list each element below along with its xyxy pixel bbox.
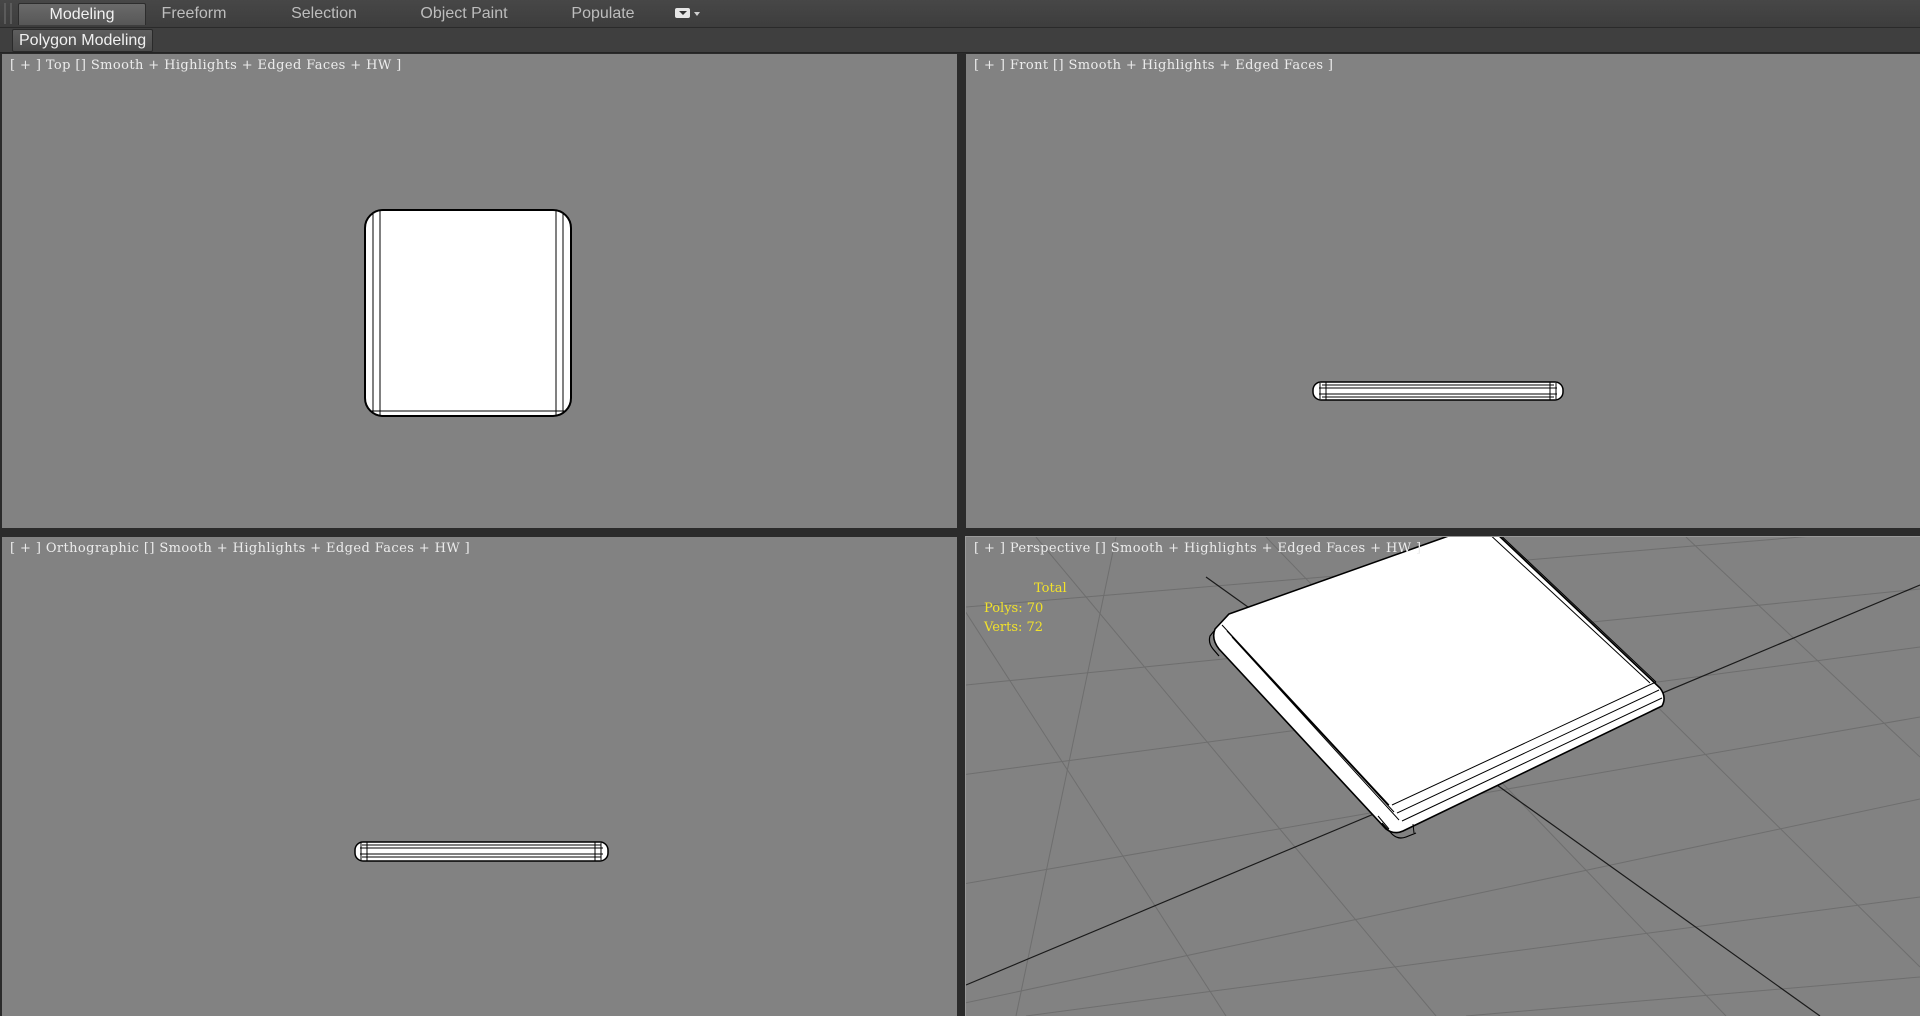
stats-total-label: Total [1034, 581, 1067, 596]
box-object-front[interactable] [1312, 381, 1564, 401]
statistics-overlay: Total Polys: 70 Verts: 72 [984, 579, 1067, 638]
orthographic-view-canvas [354, 841, 609, 862]
front-view-canvas [1312, 381, 1564, 401]
ribbon-display-options-icon[interactable] [672, 6, 704, 22]
viewport-perspective[interactable]: [ + ] Perspective [] Smooth + Highlights… [965, 536, 1920, 1016]
tab-freeform[interactable]: Freeform [148, 3, 240, 25]
tab-object-paint[interactable]: Object Paint [410, 3, 518, 25]
viewport-orthographic[interactable]: [ + ] Orthographic [] Smooth + Highlight… [2, 537, 957, 1016]
tab-selection[interactable]: Selection [278, 3, 370, 25]
perspective-view-canvas [966, 537, 1920, 1016]
viewport-top[interactable]: [ + ] Top [] Smooth + Highlights + Edged… [2, 54, 957, 528]
ribbon-tab-bar: Modeling Freeform Selection Object Paint… [0, 0, 1920, 28]
polygon-modeling-button[interactable]: Polygon Modeling [12, 29, 154, 52]
ribbon-panel-strip: Polygon Modeling [0, 28, 1920, 53]
tab-modeling[interactable]: Modeling [18, 3, 146, 25]
viewport-label-perspective[interactable]: [ + ] Perspective [] Smooth + Highlights… [974, 541, 1421, 556]
viewport-front[interactable]: [ + ] Front [] Smooth + Highlights + Edg… [966, 54, 1920, 528]
box-object-orthographic[interactable] [354, 841, 609, 862]
stats-polys: Polys: 70 [984, 600, 1044, 616]
tab-populate[interactable]: Populate [560, 3, 646, 25]
box-object-perspective[interactable] [1208, 537, 1665, 839]
ribbon-options-cap-icon [675, 8, 690, 18]
top-view-canvas [364, 209, 572, 417]
box-object-top[interactable] [364, 209, 572, 417]
stats-verts: Verts: 72 [984, 620, 1044, 635]
ribbon-grip-handle[interactable] [4, 3, 12, 24]
chevron-down-icon [694, 12, 700, 16]
